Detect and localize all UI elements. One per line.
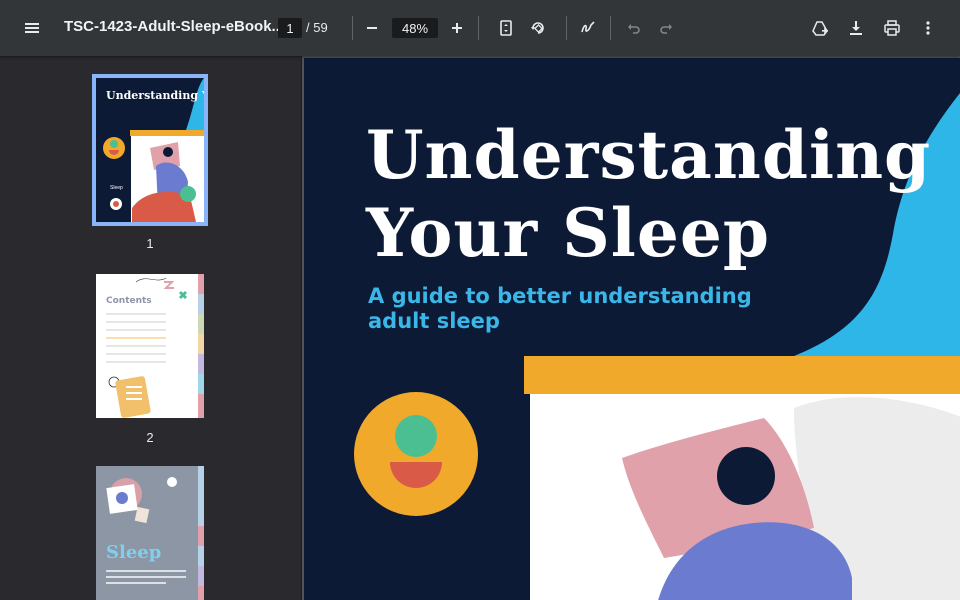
page-total: / 59 bbox=[306, 20, 328, 35]
thumb-2-title: Contents bbox=[106, 296, 152, 306]
page-title-line-1: Understanding bbox=[366, 116, 932, 194]
page-thumbnail-1[interactable]: Sleep Understanding Your Sleep bbox=[92, 74, 208, 226]
thumb-3-title: Sleep bbox=[106, 542, 162, 563]
thumb-1-title: Understanding Your Sleep bbox=[106, 89, 204, 102]
undo-icon[interactable] bbox=[618, 12, 650, 44]
page-title-line-2: Your Sleep bbox=[366, 194, 771, 272]
page-number-label: 2 bbox=[146, 430, 154, 445]
redo-icon[interactable] bbox=[650, 12, 682, 44]
thumbnail-sidebar: Sleep Understanding Your Sleep 1 bbox=[0, 56, 300, 600]
toolbar-divider bbox=[352, 16, 353, 40]
drive-icon[interactable] bbox=[804, 12, 836, 44]
page-thumbnail-3[interactable]: Sleep bbox=[96, 466, 204, 600]
page-number-input[interactable]: 1 bbox=[278, 18, 302, 38]
zoom-input[interactable]: 48% bbox=[392, 18, 438, 38]
rotate-icon[interactable] bbox=[522, 12, 554, 44]
menu-icon[interactable] bbox=[16, 12, 48, 44]
document-title: TSC-1423-Adult-Sleep-eBook... bbox=[64, 18, 285, 35]
pdf-viewer-area[interactable]: Understanding Your Sleep A guide to bett… bbox=[302, 56, 960, 600]
page-number-label: 1 bbox=[146, 236, 154, 251]
pdf-toolbar: TSC-1423-Adult-Sleep-eBook... 1 / 59 48% bbox=[0, 0, 960, 56]
toolbar-divider bbox=[566, 16, 567, 40]
zoom-in-icon[interactable] bbox=[441, 12, 473, 44]
zoom-out-icon[interactable] bbox=[356, 12, 388, 44]
more-icon[interactable] bbox=[912, 12, 944, 44]
download-icon[interactable] bbox=[840, 12, 872, 44]
page-title: Understanding Your Sleep bbox=[366, 116, 931, 272]
toolbar-divider bbox=[478, 16, 479, 40]
svg-text:Sleep: Sleep bbox=[110, 185, 123, 191]
page-subtitle-line-2: adult sleep bbox=[368, 309, 500, 333]
print-icon[interactable] bbox=[876, 12, 908, 44]
page-subtitle: A guide to better understanding adult sl… bbox=[368, 284, 752, 334]
pdf-page-1: Understanding Your Sleep A guide to bett… bbox=[304, 58, 960, 600]
page-subtitle-line-1: A guide to better understanding bbox=[368, 284, 752, 308]
annotate-icon[interactable] bbox=[572, 12, 604, 44]
toolbar-divider bbox=[610, 16, 611, 40]
fit-page-icon[interactable] bbox=[490, 12, 522, 44]
page-thumbnail-2[interactable]: Contents bbox=[96, 274, 204, 418]
